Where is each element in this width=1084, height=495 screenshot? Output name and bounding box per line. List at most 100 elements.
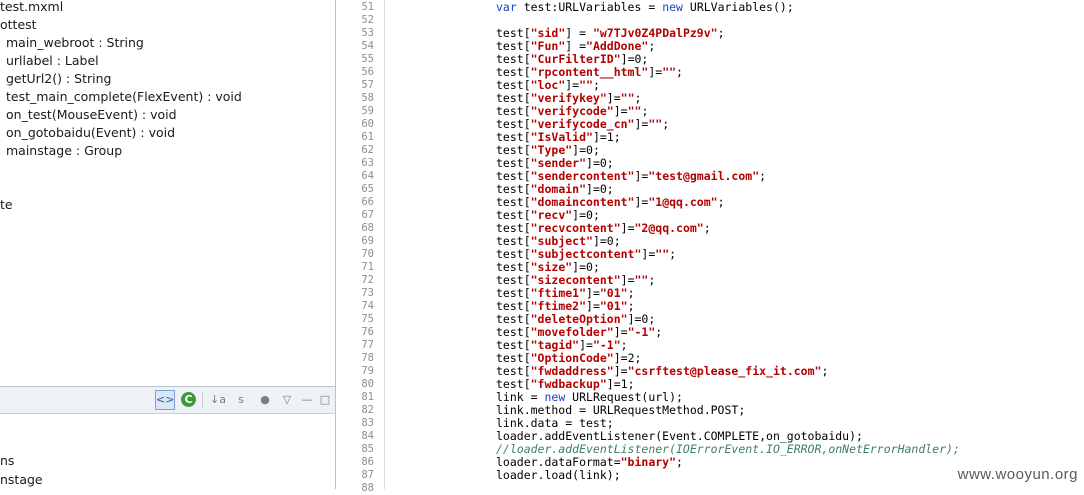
- string-token: "ftime2": [530, 299, 587, 313]
- string-token: "domain": [530, 182, 587, 196]
- code-editor[interactable]: 51 52 53 54 55 56 57 58 59 60 61 62 63 64 65 66 67 68 69 70…: [336, 0, 1084, 494]
- code-token: ;: [641, 104, 649, 118]
- code-token: ]=: [620, 221, 635, 235]
- code-token: ;: [648, 39, 656, 53]
- code-token: ;: [627, 299, 635, 313]
- hide-fields-icon[interactable]: s: [232, 391, 250, 409]
- line-number: 83: [361, 417, 374, 429]
- code-token: ;: [717, 195, 725, 209]
- line-number: 73: [361, 287, 374, 299]
- line-number: 62: [361, 144, 374, 156]
- code-token: ]=: [613, 364, 628, 378]
- line-number: 60: [361, 118, 374, 130]
- code-token: test[: [496, 247, 531, 261]
- string-token: "fwdbackup": [530, 377, 607, 391]
- string-token: "-1": [592, 338, 621, 352]
- view-menu-icon[interactable]: ▽: [278, 391, 296, 409]
- code-line[interactable]: var test:URLVariables = new URLVariables…: [496, 1, 794, 14]
- code-token: test[: [496, 351, 531, 365]
- code-token: ]=: [613, 104, 628, 118]
- code-token: ;: [648, 273, 656, 287]
- line-number: 66: [361, 196, 374, 208]
- refresh-icon[interactable]: C: [181, 392, 196, 407]
- code-token: ;: [620, 338, 628, 352]
- code-token: ;: [634, 91, 642, 105]
- code-token: ]=: [613, 325, 628, 339]
- string-token: "recvcontent": [530, 221, 621, 235]
- code-token: ]=: [634, 195, 649, 209]
- string-token: "sender": [530, 156, 587, 170]
- maximize-icon[interactable]: □: [316, 391, 334, 409]
- code-token: ;: [676, 65, 683, 79]
- string-token: "deleteOption": [530, 312, 628, 326]
- line-number: 79: [361, 365, 374, 377]
- outline-item-class[interactable]: ottest: [0, 16, 37, 34]
- left-panel: test.mxml ottest main_webroot : String u…: [0, 0, 336, 489]
- code-token: test[: [496, 234, 531, 248]
- outline-item-test-main-complete[interactable]: test_main_complete(FlexEvent) : void: [6, 88, 242, 106]
- code-token: test[: [496, 91, 531, 105]
- hide-static-icon[interactable]: ●: [256, 391, 274, 409]
- code-token: ]=: [634, 117, 649, 131]
- code-token: ]=: [606, 91, 621, 105]
- outline-item-on-test[interactable]: on_test(MouseEvent) : void: [6, 106, 177, 124]
- string-token: "Fun": [530, 39, 566, 53]
- string-token: "w7TJv0Z4PDalPz9v": [592, 26, 718, 40]
- code-token: test[: [496, 273, 531, 287]
- string-token: "1@qq.com": [648, 195, 718, 209]
- watermark: www.wooyun.org: [957, 466, 1078, 483]
- code-token: test[: [496, 26, 531, 40]
- outline-item-on-gotobaidu[interactable]: on_gotobaidu(Event) : void: [6, 124, 175, 142]
- code-token: test[: [496, 78, 531, 92]
- line-number: 84: [361, 430, 374, 442]
- code-token: test[: [496, 182, 531, 196]
- outline-item-geturl2[interactable]: getUrl2() : String: [6, 70, 111, 88]
- code-token: test[: [496, 286, 531, 300]
- lower-item-nstage[interactable]: nstage: [0, 472, 43, 487]
- keyword-token: new: [662, 0, 683, 14]
- code-token: ;: [662, 117, 670, 131]
- outline-item-file[interactable]: test.mxml: [0, 0, 63, 16]
- sort-icon[interactable]: ↓a: [209, 391, 227, 409]
- outline-item-main-webroot[interactable]: main_webroot : String: [6, 34, 144, 52]
- string-token: "domaincontent": [530, 195, 635, 209]
- code-token: test[: [496, 65, 531, 79]
- keyword-token: new: [544, 390, 566, 404]
- code-token: test[: [496, 156, 531, 170]
- string-token: "test@gmail.com": [648, 169, 760, 183]
- string-token: "": [579, 78, 593, 92]
- code-token: test[: [496, 143, 531, 157]
- code-view-icon[interactable]: <>: [155, 390, 175, 410]
- code-token: link.data = test;: [496, 416, 614, 430]
- code-line[interactable]: loader.load(link);: [496, 469, 621, 482]
- line-number: 61: [361, 131, 374, 143]
- line-number: 85: [361, 443, 374, 455]
- string-token: "sendercontent": [530, 169, 635, 183]
- string-token: "fwdaddress": [530, 364, 614, 378]
- code-token: ]=1;: [606, 377, 635, 391]
- minimize-icon[interactable]: —: [298, 391, 316, 409]
- line-number: 63: [361, 157, 374, 169]
- comment-token: //loader.addEventListener(IOErrorEvent.I…: [496, 442, 960, 456]
- code-token: test[: [496, 208, 531, 222]
- outline-item-te[interactable]: te: [0, 196, 13, 214]
- string-token: "verifycode": [530, 104, 614, 118]
- outline-item-mainstage[interactable]: mainstage : Group: [6, 142, 122, 160]
- line-number: 78: [361, 352, 374, 364]
- string-token: "verifykey": [530, 91, 607, 105]
- keyword-token: var: [496, 0, 517, 14]
- code-token: test[: [496, 52, 531, 66]
- string-token: "IsValid": [530, 130, 593, 144]
- string-token: "": [655, 247, 670, 261]
- line-number: 56: [361, 66, 374, 78]
- code-token: link.method = URLRequestMethod.POST;: [496, 403, 746, 417]
- lower-item-ns[interactable]: ns: [0, 453, 14, 468]
- code-token: URLRequest(url);: [565, 390, 683, 404]
- code-token: ]=2;: [613, 351, 642, 365]
- code-token: link =: [496, 390, 545, 404]
- code-token: ]=: [586, 299, 600, 313]
- string-token: "": [627, 104, 642, 118]
- line-number: 82: [361, 404, 374, 416]
- outline-item-urllabel[interactable]: urllabel : Label: [6, 52, 99, 70]
- code-token: ;: [676, 455, 683, 469]
